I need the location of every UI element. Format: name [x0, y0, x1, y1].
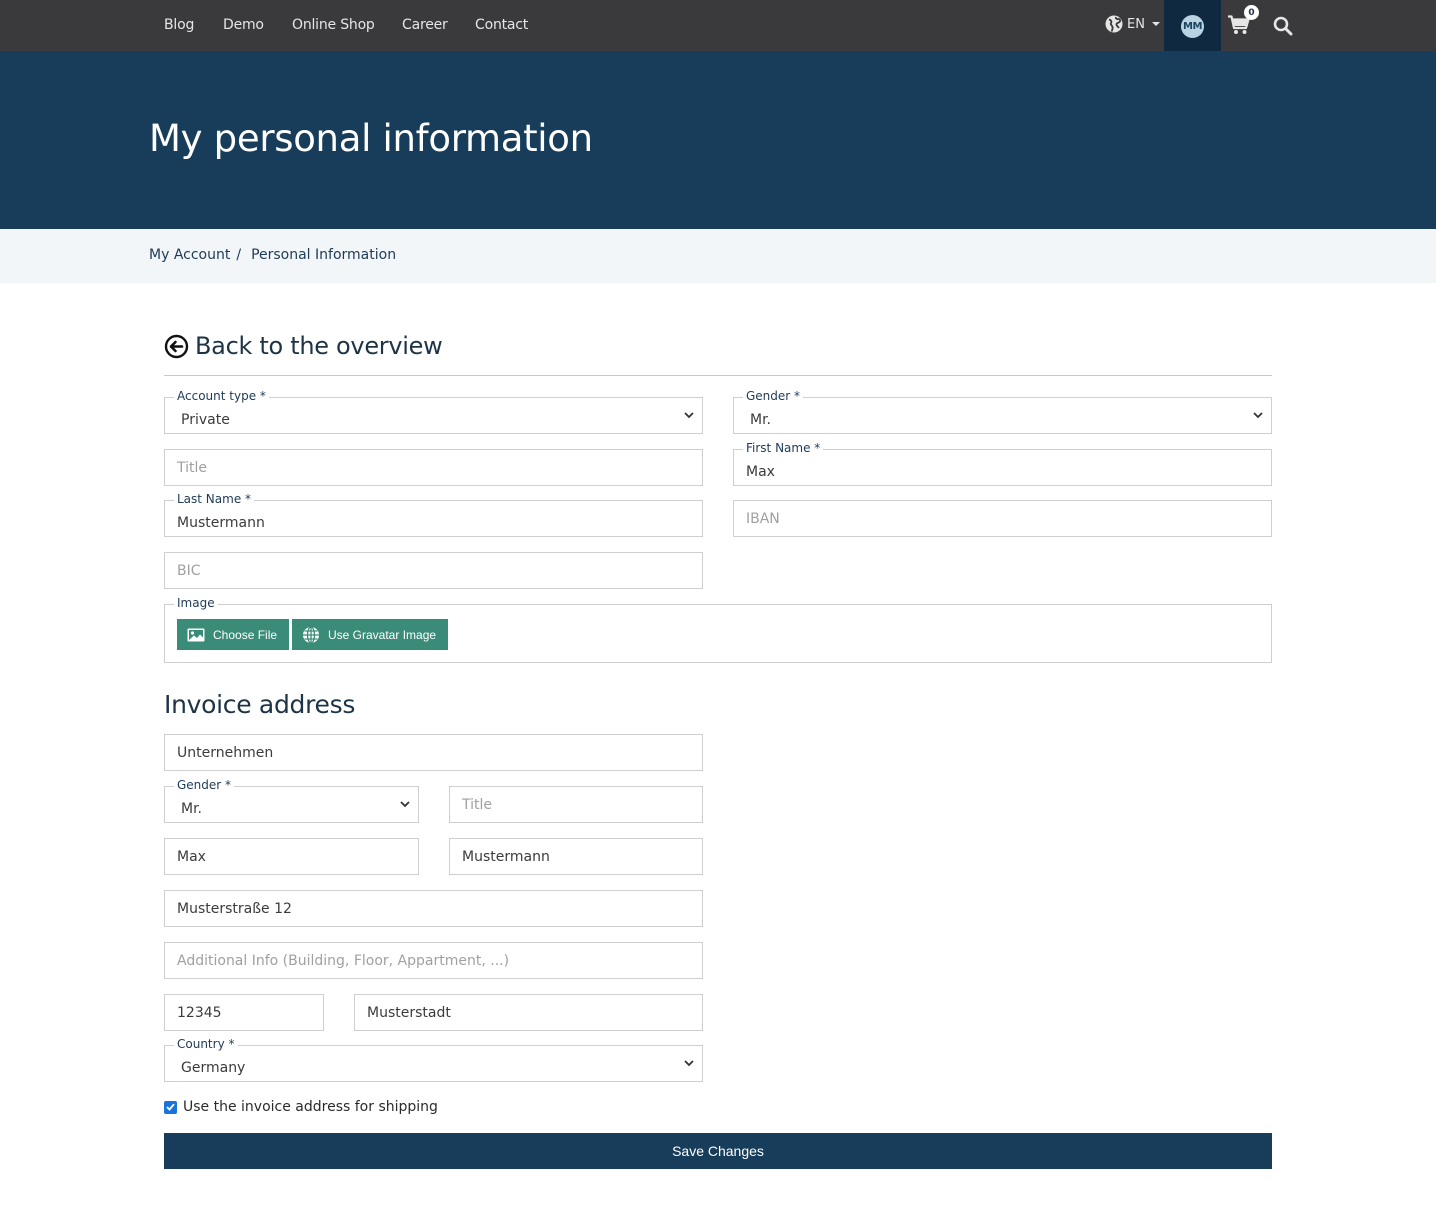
- nav-link-career[interactable]: Career: [402, 17, 448, 33]
- arrow-circle-left-icon: [164, 334, 189, 358]
- chevron-down-icon: [684, 412, 694, 419]
- invoice-last-name-value: Mustermann: [462, 849, 550, 865]
- first-name-input[interactable]: First Name * Max: [733, 441, 1272, 486]
- save-changes-button[interactable]: Save Changes: [164, 1133, 1272, 1169]
- use-invoice-for-shipping[interactable]: Use the invoice address for shipping: [164, 1099, 438, 1115]
- language-selector[interactable]: EN: [1105, 15, 1160, 33]
- use-gravatar-label: Use Gravatar Image: [328, 627, 437, 642]
- breadcrumb-my-account[interactable]: My Account: [149, 247, 230, 263]
- gender-select[interactable]: Gender * Mr.: [733, 389, 1272, 434]
- image-label: Image: [174, 596, 218, 610]
- back-link-label: Back to the overview: [195, 332, 443, 360]
- country-select[interactable]: Country * Germany: [164, 1037, 703, 1082]
- nav-link-demo[interactable]: Demo: [223, 17, 264, 33]
- invoice-gender-label: Gender *: [174, 778, 235, 792]
- account-type-value: Private: [181, 412, 230, 428]
- zip-input[interactable]: 12345: [164, 994, 324, 1031]
- breadcrumb-current: Personal Information: [251, 247, 397, 263]
- use-invoice-for-shipping-label: Use the invoice address for shipping: [183, 1099, 438, 1115]
- first-name-value: Max: [746, 464, 775, 480]
- cart-count-badge: 0: [1244, 5, 1259, 20]
- invoice-gender-select[interactable]: Gender * Mr.: [164, 778, 419, 823]
- zip-value: 12345: [177, 1005, 222, 1021]
- country-label: Country *: [174, 1037, 238, 1051]
- account-type-select[interactable]: Account type * Private: [164, 389, 703, 434]
- invoice-first-name-input[interactable]: Max: [164, 838, 419, 875]
- search-icon: [1273, 16, 1293, 36]
- country-value: Germany: [181, 1060, 246, 1076]
- invoice-title-input[interactable]: Title: [449, 786, 703, 823]
- account-type-label: Account type *: [174, 389, 269, 403]
- bic-input[interactable]: BIC: [164, 552, 703, 589]
- chevron-down-icon: [400, 801, 410, 808]
- page-title: My personal information: [149, 117, 593, 160]
- iban-placeholder: IBAN: [746, 511, 780, 527]
- checkmark-icon: [166, 1103, 175, 1111]
- breadcrumb-separator: /: [236, 247, 242, 263]
- user-menu[interactable]: MM: [1164, 0, 1221, 51]
- invoice-first-name-value: Max: [177, 849, 206, 865]
- company-input[interactable]: Unternehmen: [164, 734, 703, 771]
- title-input[interactable]: Title: [164, 449, 703, 486]
- avatar: MM: [1181, 15, 1204, 38]
- street-value: Musterstraße 12: [177, 901, 292, 917]
- gender-label: Gender *: [743, 389, 804, 403]
- gender-value: Mr.: [750, 412, 771, 428]
- additional-info-input[interactable]: Additional Info (Building, Floor, Appart…: [164, 942, 703, 979]
- page-header: My personal information: [0, 51, 1436, 229]
- chevron-down-icon: [1253, 412, 1263, 419]
- use-gravatar-button[interactable]: Use Gravatar Image: [292, 619, 449, 650]
- additional-info-placeholder: Additional Info (Building, Floor, Appart…: [177, 953, 510, 969]
- chevron-down-icon: [684, 1060, 694, 1067]
- iban-input[interactable]: IBAN: [733, 500, 1272, 537]
- divider: [164, 375, 1272, 376]
- choose-file-label: Choose File: [213, 627, 278, 642]
- globe-icon: [303, 625, 319, 644]
- bic-placeholder: BIC: [177, 563, 201, 579]
- language-code: EN: [1127, 16, 1145, 32]
- nav-link-online-shop[interactable]: Online Shop: [292, 17, 375, 33]
- back-to-overview-link[interactable]: Back to the overview: [164, 332, 443, 360]
- title-placeholder: Title: [177, 460, 208, 476]
- city-value: Musterstadt: [367, 1005, 451, 1021]
- nav-link-contact[interactable]: Contact: [475, 17, 528, 33]
- invoice-last-name-input[interactable]: Mustermann: [449, 838, 703, 875]
- last-name-label: Last Name *: [174, 492, 255, 506]
- invoice-gender-value: Mr.: [181, 801, 202, 817]
- street-input[interactable]: Musterstraße 12: [164, 890, 703, 927]
- top-navigation: Blog Demo Online Shop Career Contact EN …: [0, 0, 1436, 51]
- invoice-title-placeholder: Title: [462, 797, 493, 813]
- first-name-label: First Name *: [743, 441, 824, 455]
- image-upload-group: Image Choose File Use Gravatar Image: [164, 596, 1272, 663]
- last-name-input[interactable]: Last Name * Mustermann: [164, 492, 703, 537]
- last-name-value: Mustermann: [177, 515, 265, 531]
- city-input[interactable]: Musterstadt: [354, 994, 703, 1031]
- choose-file-button[interactable]: Choose File: [177, 619, 290, 650]
- nav-link-blog[interactable]: Blog: [164, 17, 194, 33]
- invoice-address-heading: Invoice address: [164, 690, 356, 719]
- use-invoice-for-shipping-checkbox[interactable]: [164, 1100, 177, 1114]
- caret-down-icon: [1151, 22, 1160, 26]
- image-icon: [187, 628, 205, 641]
- globe-icon: [1105, 15, 1123, 33]
- breadcrumb: My Account / Personal Information: [0, 229, 1436, 283]
- search-button[interactable]: [1273, 16, 1293, 40]
- company-value: Unternehmen: [177, 745, 274, 761]
